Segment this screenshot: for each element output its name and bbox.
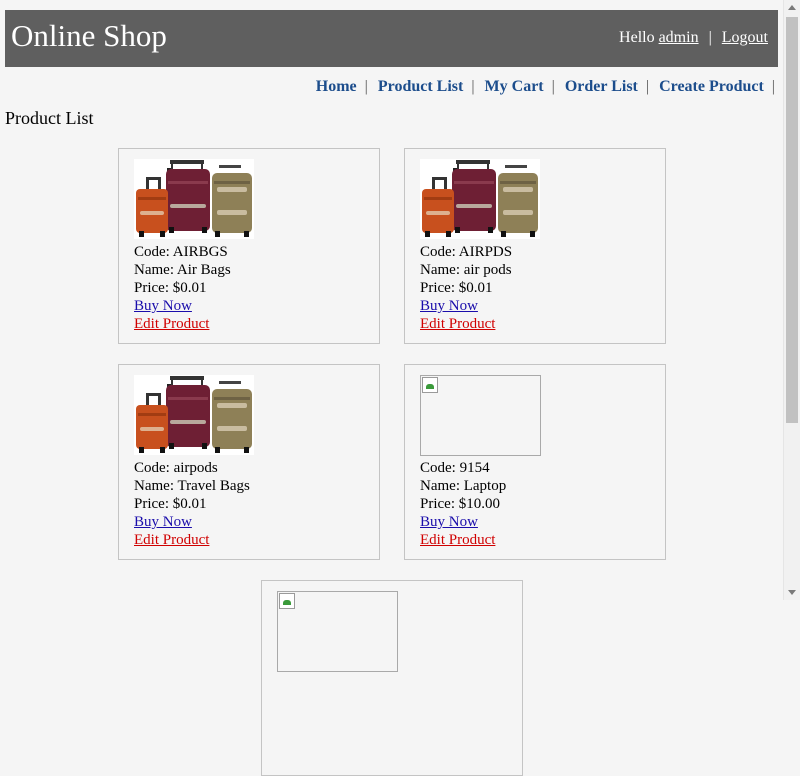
logout-link[interactable]: Logout xyxy=(722,29,768,46)
product-code: Code: AIRBGS xyxy=(134,244,228,260)
buy-now-link[interactable]: Buy Now xyxy=(420,514,478,530)
menu-separator: | xyxy=(645,78,650,95)
menu-separator: | xyxy=(364,78,368,95)
product-code: Code: 9154 xyxy=(420,460,490,476)
product-info: Code: AIRPDS Name: air pods Price: $0.01… xyxy=(420,243,512,333)
product-image xyxy=(134,375,254,455)
menu-item-my-cart[interactable]: My Cart xyxy=(485,78,544,95)
product-code: Code: airpods xyxy=(134,460,218,476)
edit-product-link[interactable]: Edit Product xyxy=(420,316,495,332)
menu-item-order-list[interactable]: Order List xyxy=(565,78,638,95)
buy-now-link[interactable]: Buy Now xyxy=(134,298,192,314)
menu-separator: | xyxy=(551,78,555,95)
buy-now-link[interactable]: Buy Now xyxy=(420,298,478,314)
product-card: Code: 9154 Name: Laptop Price: $10.00 Bu… xyxy=(404,364,666,560)
product-price: Price: $0.01 xyxy=(420,280,493,296)
product-name: Name: Travel Bags xyxy=(134,478,250,494)
page-title: Product List xyxy=(5,108,94,128)
broken-image-icon xyxy=(279,593,295,609)
product-card: Code: airpods Name: Travel Bags Price: $… xyxy=(118,364,380,560)
product-info: Code: airpods Name: Travel Bags Price: $… xyxy=(134,459,250,549)
menu-separator: | xyxy=(471,78,475,95)
edit-product-link[interactable]: Edit Product xyxy=(420,532,495,548)
username-link[interactable]: admin xyxy=(659,29,699,46)
product-price: Price: $0.01 xyxy=(134,280,207,296)
edit-product-link[interactable]: Edit Product xyxy=(134,532,209,548)
product-card xyxy=(261,580,523,776)
product-info: Code: AIRBGS Name: Air Bags Price: $0.01… xyxy=(134,243,231,333)
product-card: Code: AIRPDS Name: air pods Price: $0.01… xyxy=(404,148,666,344)
site-header: Online Shop Hello admin | Logout xyxy=(5,10,778,67)
buy-now-link[interactable]: Buy Now xyxy=(134,514,192,530)
page: Online Shop Hello admin | Logout Home | Pr… xyxy=(0,0,783,776)
product-name: Name: Air Bags xyxy=(134,262,231,278)
product-code: Code: AIRPDS xyxy=(420,244,513,260)
scrollbar-thumb[interactable] xyxy=(786,17,798,423)
scroll-up-arrow-icon[interactable] xyxy=(788,5,796,10)
product-image xyxy=(134,159,254,239)
product-price: Price: $10.00 xyxy=(420,496,500,512)
edit-product-link[interactable]: Edit Product xyxy=(134,316,209,332)
scroll-down-arrow-icon[interactable] xyxy=(788,590,796,595)
site-title: Online Shop xyxy=(11,18,167,53)
menu-item-product-list[interactable]: Product List xyxy=(378,78,463,95)
broken-image-icon xyxy=(422,377,438,393)
menu-item-create-product[interactable]: Create Product xyxy=(659,78,764,95)
user-panel: Hello admin | Logout xyxy=(619,28,768,48)
product-image xyxy=(420,159,540,239)
vertical-scrollbar[interactable] xyxy=(783,0,800,600)
product-name: Name: air pods xyxy=(420,262,512,278)
menu-separator: | xyxy=(771,78,775,95)
broken-image-placeholder xyxy=(277,591,398,672)
broken-image-placeholder xyxy=(420,375,541,456)
main-menu: Home | Product List | My Cart | Order List | Cre… xyxy=(316,77,775,97)
menu-item-home[interactable]: Home xyxy=(316,78,357,95)
product-name: Name: Laptop xyxy=(420,478,507,494)
product-price: Price: $0.01 xyxy=(134,496,207,512)
greeting-text: Hello xyxy=(619,29,655,46)
product-card: Code: AIRBGS Name: Air Bags Price: $0.01… xyxy=(118,148,380,344)
header-separator: | xyxy=(708,29,712,46)
product-info: Code: 9154 Name: Laptop Price: $10.00 Bu… xyxy=(420,459,506,549)
